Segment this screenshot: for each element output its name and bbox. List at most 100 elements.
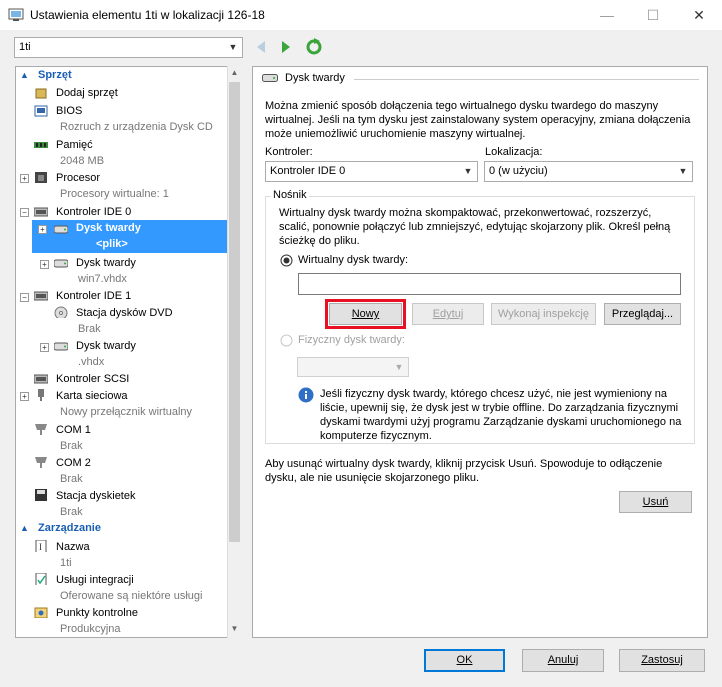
info-line: liście, upewnij się, że dysk jest w tryb…	[320, 402, 679, 414]
inspect-button-label: Wykonaj inspekcję	[498, 308, 589, 320]
virtual-hdd-label: Wirtualny dysk twardy:	[298, 254, 409, 266]
info-icon	[298, 387, 314, 403]
media-description: Wirtualny dysk twardy można skompaktować…	[279, 206, 689, 248]
vm-selector[interactable]: 1ti ▼	[14, 37, 243, 58]
com1-detail: Brak	[60, 440, 83, 452]
scrollbar-thumb[interactable]	[229, 82, 240, 542]
com-port-icon	[35, 424, 47, 435]
checkpoints-icon	[34, 607, 48, 618]
checkpoints-label: Punkty kontrolne	[56, 607, 138, 619]
ide-controller-icon	[34, 207, 48, 217]
forward-arrow-icon[interactable]	[280, 40, 292, 54]
apply-button[interactable]: Zastosuj	[619, 649, 705, 672]
chevron-down-icon: ▼	[463, 166, 473, 176]
vm-selector-value: 1ti	[19, 41, 31, 53]
hardware-header-label: Sprzęt	[38, 69, 72, 81]
physical-hdd-radio[interactable]	[280, 334, 293, 347]
hard-disk-icon	[54, 259, 68, 268]
back-arrow-icon[interactable]	[255, 40, 267, 54]
media-description-line: ścieżkę do pliku.	[279, 235, 360, 247]
scroll-up-icon[interactable]: ▲	[229, 68, 240, 80]
description-line: Można zmienić sposób dołączenia tego wir…	[265, 100, 659, 112]
ok-button[interactable]: OK	[424, 649, 505, 672]
close-button[interactable]: ✕	[676, 0, 722, 30]
info-line: dyskami twardymi użyj programu Zarządzan…	[320, 416, 682, 428]
com-port-icon	[35, 457, 47, 468]
collapse-icon: ▲	[20, 523, 29, 533]
media-description-line: scalić, ponownie połączyć lub zmniejszyć…	[279, 221, 671, 233]
title-divider	[354, 79, 699, 80]
ok-button-label: OK	[456, 654, 473, 666]
bios-detail: Rozruch z urządzenia Dysk CD	[60, 121, 213, 133]
memory-label: Pamięć	[56, 139, 93, 151]
integration-detail: Oferowane są niektóre usługi	[60, 590, 203, 602]
floppy-icon	[35, 489, 47, 501]
remove-description-line: Aby usunąć wirtualny dysk twardy, klikni…	[265, 458, 663, 470]
location-select[interactable]: 0 (w użyciu) ▼	[484, 161, 693, 182]
vhd-path-input[interactable]	[298, 273, 681, 295]
description-line: może uniemożliwić uruchomienie maszyny w…	[265, 128, 526, 140]
remove-description-line: dysku, ale nie usunięcie skojarzonego pl…	[265, 472, 480, 484]
expand-icon[interactable]: +	[40, 260, 49, 269]
maximize-button[interactable]: ☐	[630, 0, 676, 30]
panel-description: Można zmienić sposób dołączenia tego wir…	[265, 99, 705, 141]
processor-icon	[35, 172, 47, 183]
collapse-icon[interactable]: −	[20, 208, 29, 217]
tree-item-hdd-selected[interactable]: + Dysk twardy <plik>	[32, 220, 241, 253]
floppy-detail: Brak	[60, 506, 83, 518]
processor-label: Procesor	[56, 172, 101, 184]
integration-services-icon	[35, 573, 47, 585]
hardware-section-header[interactable]: ▲ Sprzęt	[20, 67, 230, 83]
hard-disk-icon	[262, 74, 278, 82]
expand-icon[interactable]: +	[40, 343, 49, 352]
expand-icon[interactable]: +	[20, 174, 29, 183]
bios-label: BIOS	[56, 105, 83, 117]
remove-description: Aby usunąć wirtualny dysk twardy, klikni…	[265, 457, 705, 485]
info-text: Jeśli fizyczny dysk twardy, którego chce…	[320, 387, 690, 443]
settings-tree: ▲ Sprzęt Dodaj sprzęt BIOS Rozruch z urz…	[15, 66, 242, 638]
management-section-header[interactable]: ▲ Zarządzanie	[20, 520, 230, 536]
dvd-icon	[54, 306, 68, 318]
hard-disk-icon	[54, 342, 68, 351]
expand-icon[interactable]: +	[38, 225, 47, 234]
ide0-label: Kontroler IDE 0	[56, 206, 132, 218]
collapse-icon[interactable]: −	[20, 293, 29, 302]
nic-detail: Nowy przełącznik wirtualny	[60, 406, 193, 418]
collapse-icon: ▲	[20, 70, 29, 80]
remove-button-label: Usuń	[642, 496, 669, 508]
browse-button[interactable]: Przeglądaj...	[604, 303, 681, 325]
location-label: Lokalizacja:	[485, 146, 543, 158]
scsi-label: Kontroler SCSI	[56, 373, 130, 385]
minimize-button[interactable]: —	[584, 0, 630, 30]
physical-hdd-select[interactable]: ▼	[297, 357, 409, 377]
apply-button-label: Zastosuj	[641, 654, 683, 666]
virtual-hdd-radio[interactable]	[280, 254, 293, 267]
expand-icon[interactable]: +	[20, 392, 29, 401]
dvd-label: Stacja dysków DVD	[76, 307, 173, 319]
scsi-controller-icon	[34, 374, 48, 384]
controller-select[interactable]: Kontroler IDE 0 ▼	[265, 161, 478, 182]
ide1-label: Kontroler IDE 1	[56, 290, 132, 302]
inspect-button[interactable]: Wykonaj inspekcję	[491, 303, 596, 325]
cancel-button[interactable]: Anuluj	[522, 649, 604, 672]
network-adapter-icon	[38, 389, 44, 401]
integration-label: Usługi integracji	[56, 574, 134, 586]
memory-icon	[34, 142, 48, 148]
controller-label: Kontroler:	[265, 146, 313, 158]
edit-button[interactable]: Edytuj	[412, 303, 484, 325]
media-description-line: Wirtualny dysk twardy można skompaktować…	[279, 207, 652, 219]
window-title: Ustawienia elementu 1ti w lokalizacji 12…	[30, 8, 265, 22]
checkpoints-detail: Produkcyjna	[60, 623, 121, 635]
bios-icon	[34, 105, 48, 117]
scroll-down-icon[interactable]: ▼	[229, 624, 240, 636]
chevron-down-icon: ▼	[228, 42, 238, 52]
new-button-highlight	[325, 299, 406, 329]
dvd-detail: Brak	[78, 323, 101, 335]
cancel-button-label: Anuluj	[547, 654, 579, 666]
remove-button[interactable]: Usuń	[619, 491, 692, 513]
hdd2-detail: win7.vhdx	[78, 273, 127, 285]
refresh-icon[interactable]	[305, 38, 323, 56]
hdd2-label: Dysk twardy	[76, 257, 136, 269]
processor-detail: Procesory wirtualne: 1	[60, 188, 169, 200]
com1-label: COM 1	[56, 424, 91, 436]
